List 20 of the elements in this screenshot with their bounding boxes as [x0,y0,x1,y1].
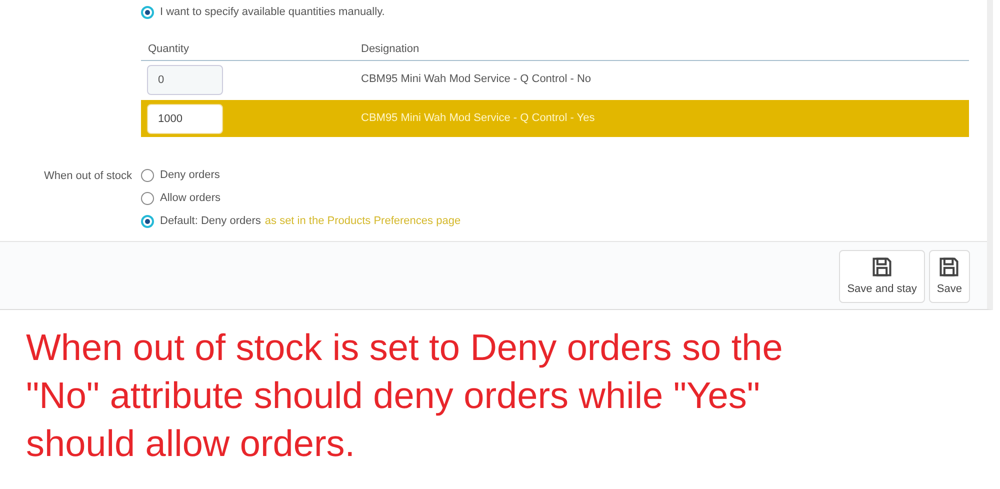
save-button[interactable]: Save [928,250,970,303]
radio-label: Default: Deny orders [160,214,261,229]
radio-label: Allow orders [160,190,221,206]
radio-button[interactable] [141,6,154,18]
radio-label: Deny orders [160,168,220,183]
quantity-field[interactable]: 1000 [147,104,223,134]
table-row[interactable]: 1000 CBM95 Mini Wah Mod Service - Q Control - Yes [141,100,969,137]
save-button[interactable]: Save and stay [839,250,925,303]
quantity-field[interactable]: 0 [147,64,223,94]
column-header: Quantity [147,42,190,57]
field-label: When out of stock [42,169,133,184]
column-header: Designation [361,42,420,57]
table-row[interactable]: 0 CBM95 Mini Wah Mod Service - Q Control - No [141,61,969,98]
radio-button[interactable] [141,192,154,204]
annotation-text: When out of stock is set to Deny orders so the "No" attribute should deny orders while "Yes" should allow orders. [25,326,784,466]
table-cell-text: CBM95 Mini Wah Mod Service - Q Control - Yes [361,111,595,126]
radio-label: I want to specify available quantities manually. [160,4,385,20]
table-cell-text: CBM95 Mini Wah Mod Service - Q Control - No [361,72,592,88]
radio-button[interactable] [141,168,154,182]
radio-button[interactable] [141,214,154,228]
